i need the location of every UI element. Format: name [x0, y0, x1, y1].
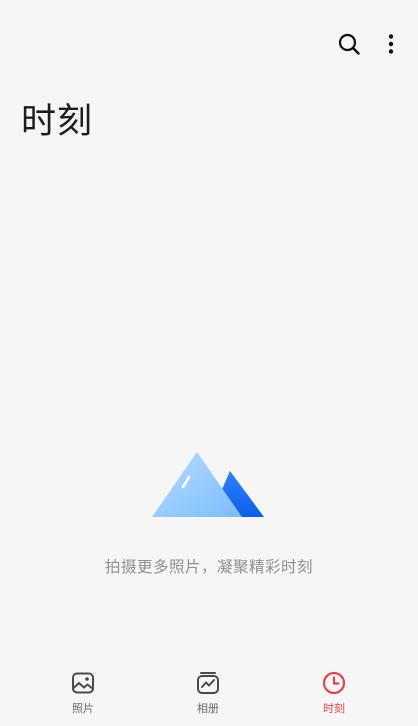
bottom-navigation: 照片 相册 时刻	[0, 662, 418, 726]
nav-item-moments[interactable]: 时刻	[294, 670, 374, 722]
search-icon	[338, 33, 360, 55]
photo-icon	[70, 670, 96, 696]
empty-state-message: 拍摄更多照片，凝聚精彩时刻	[104, 558, 313, 576]
nav-label-albums: 相册	[197, 702, 219, 715]
album-icon	[195, 670, 221, 696]
more-options-button[interactable]	[375, 28, 407, 60]
search-button[interactable]	[333, 28, 365, 60]
nav-label-moments: 时刻	[323, 702, 345, 715]
top-app-bar	[0, 0, 418, 90]
mountain-icon	[152, 452, 264, 517]
clock-icon	[321, 670, 347, 696]
page-title: 时刻	[21, 102, 94, 142]
more-vertical-icon	[388, 34, 394, 54]
nav-item-albums[interactable]: 相册	[168, 670, 248, 722]
nav-label-photos: 照片	[72, 702, 94, 715]
empty-state-illustration	[152, 450, 266, 520]
nav-item-photos[interactable]: 照片	[43, 670, 123, 722]
